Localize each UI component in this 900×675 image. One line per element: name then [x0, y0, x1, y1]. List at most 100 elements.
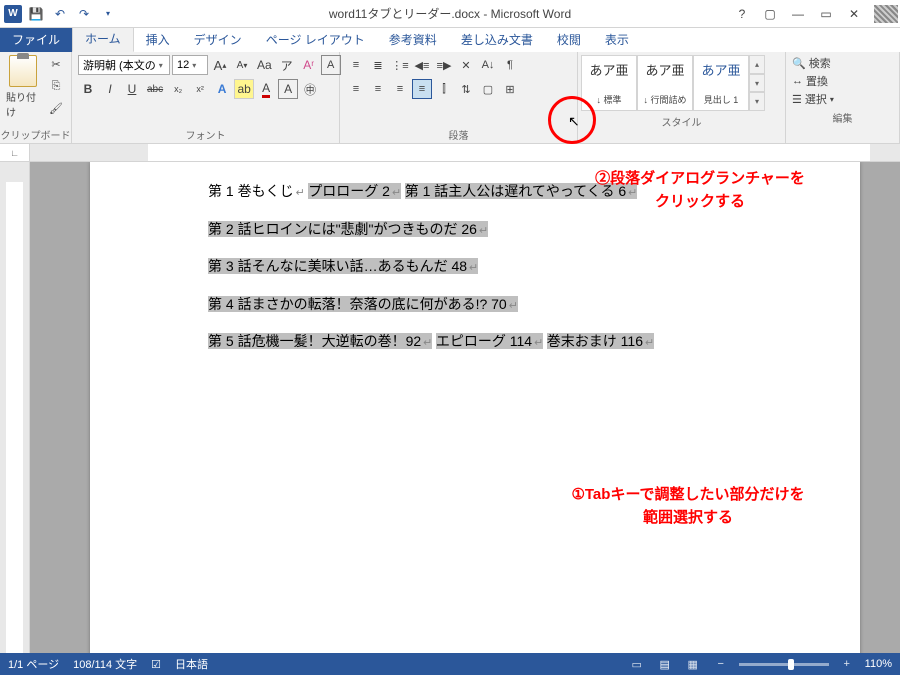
- shading-button[interactable]: ▢: [478, 79, 498, 99]
- strike-button[interactable]: abc: [144, 79, 166, 99]
- text-effect[interactable]: A: [212, 79, 232, 99]
- status-page[interactable]: 1/1 ページ: [8, 656, 59, 672]
- ruler-horizontal[interactable]: ∟: [0, 144, 900, 162]
- multilevel-button[interactable]: ⋮≡: [390, 55, 410, 75]
- annotation-1: ①Tabキーで調整したい部分だけを 範囲選択する: [528, 484, 848, 529]
- paragraph-group-label: 段落: [340, 127, 577, 143]
- ruby-icon[interactable]: ア: [277, 55, 297, 75]
- tab-review[interactable]: 校閲: [545, 27, 593, 52]
- superscript-button[interactable]: x²: [190, 79, 210, 99]
- select-icon: ☰: [792, 93, 802, 106]
- zoom-slider[interactable]: [739, 663, 829, 666]
- change-case[interactable]: Aa: [254, 55, 275, 75]
- tab-insert[interactable]: 挿入: [134, 27, 182, 52]
- find-button[interactable]: 🔍検索: [792, 55, 893, 71]
- account-icon[interactable]: [874, 5, 898, 23]
- paste-icon[interactable]: [9, 55, 37, 87]
- qat-undo[interactable]: ↶: [50, 4, 70, 24]
- align-justify[interactable]: ≡: [412, 79, 432, 99]
- format-painter-icon[interactable]: 🖌: [47, 99, 65, 117]
- search-icon: 🔍: [792, 57, 806, 70]
- asian-layout[interactable]: ✕: [456, 55, 476, 75]
- italic-button[interactable]: I: [100, 79, 120, 99]
- distribute[interactable]: ⫿: [434, 79, 454, 99]
- font-color[interactable]: A: [256, 79, 276, 99]
- qat-save[interactable]: 💾: [26, 4, 46, 24]
- clear-format[interactable]: Aʳ: [299, 55, 319, 75]
- doc-line: エピローグ 114: [436, 333, 543, 349]
- status-proof-icon[interactable]: ☑: [151, 658, 161, 671]
- style-normal[interactable]: あア亜 ↓ 標準: [581, 55, 637, 111]
- ribbon: 貼り付け ✂ ⎘ 🖌 クリップボード 游明朝 (本文の▾ 12▾ A▴ A▾ A…: [0, 52, 900, 144]
- view-read[interactable]: ▭: [627, 656, 647, 672]
- status-words[interactable]: 108/114 文字: [73, 656, 137, 672]
- copy-icon[interactable]: ⎘: [47, 77, 65, 95]
- maximize-button[interactable]: ▭: [812, 4, 840, 24]
- grow-font[interactable]: A▴: [210, 55, 230, 75]
- app-icon: W: [4, 5, 22, 23]
- window-title: word11タブとリーダー.docx - Microsoft Word: [329, 5, 571, 22]
- sort-button[interactable]: A↓: [478, 55, 498, 75]
- tab-selector[interactable]: ∟: [0, 144, 30, 161]
- view-print[interactable]: ▤: [655, 656, 675, 672]
- editing-group-label: 編集: [786, 110, 899, 126]
- font-family-combo[interactable]: 游明朝 (本文の▾: [78, 55, 170, 75]
- title-bar: W 💾 ↶ ↷ ▾ word11タブとリーダー.docx - Microsoft…: [0, 0, 900, 28]
- decrease-indent[interactable]: ◀≡: [412, 55, 432, 75]
- subscript-button[interactable]: x₂: [168, 79, 188, 99]
- tab-layout[interactable]: ページ レイアウト: [254, 27, 377, 52]
- tab-design[interactable]: デザイン: [182, 27, 254, 52]
- ruler-vertical[interactable]: [0, 162, 30, 653]
- increase-indent[interactable]: ≡▶: [434, 55, 454, 75]
- align-right[interactable]: ≡: [390, 79, 410, 99]
- style-nospacing[interactable]: あア亜 ↓ 行間詰め: [637, 55, 693, 111]
- underline-button[interactable]: U: [122, 79, 142, 99]
- zoom-out[interactable]: −: [711, 656, 731, 672]
- borders-button[interactable]: ⊞: [500, 79, 520, 99]
- styles-expand[interactable]: ▾: [749, 92, 765, 111]
- enclose-char[interactable]: ㊥: [300, 79, 320, 99]
- line-spacing[interactable]: ⇅: [456, 79, 476, 99]
- style-heading1[interactable]: あア亜 見出し 1: [693, 55, 749, 111]
- zoom-level[interactable]: 110%: [865, 658, 892, 670]
- font-size-combo[interactable]: 12▾: [172, 55, 208, 75]
- bullets-button[interactable]: ≡: [346, 55, 366, 75]
- tab-references[interactable]: 参考資料: [377, 27, 449, 52]
- show-marks[interactable]: ¶: [500, 55, 520, 75]
- styles-scroll-down[interactable]: ▾: [749, 74, 765, 93]
- numbering-button[interactable]: ≣: [368, 55, 388, 75]
- styles-scroll-up[interactable]: ▴: [749, 55, 765, 74]
- minimize-button[interactable]: —: [784, 4, 812, 24]
- document-viewport[interactable]: 第 1 巻もくじ プロローグ 2 第 1 話主人公は遅れてやってくる 6 第 2…: [30, 162, 900, 653]
- view-web[interactable]: ▦: [683, 656, 703, 672]
- shrink-font[interactable]: A▾: [232, 55, 252, 75]
- close-button[interactable]: ✕: [840, 4, 868, 24]
- tab-file[interactable]: ファイル: [0, 27, 72, 52]
- status-language[interactable]: 日本語: [175, 656, 208, 672]
- ribbon-toggle[interactable]: ▢: [756, 4, 784, 24]
- status-bar: 1/1 ページ 108/114 文字 ☑ 日本語 ▭ ▤ ▦ − + 110%: [0, 653, 900, 675]
- help-button[interactable]: ?: [728, 4, 756, 24]
- doc-line: 第 2 話ヒロインには"悲劇"がつきものだ 26: [208, 221, 488, 237]
- char-border[interactable]: A: [321, 55, 341, 75]
- zoom-in[interactable]: +: [837, 656, 857, 672]
- bold-button[interactable]: B: [78, 79, 98, 99]
- tab-mailings[interactable]: 差し込み文書: [449, 27, 545, 52]
- tab-home[interactable]: ホーム: [72, 25, 134, 52]
- replace-icon: ↔: [792, 75, 803, 87]
- highlight-button[interactable]: ab: [234, 79, 254, 99]
- doc-line: 第 5 話危機一髪！大逆転の巻！92: [208, 333, 432, 349]
- char-shading[interactable]: A: [278, 79, 298, 99]
- clipboard-group-label: クリップボード: [0, 127, 71, 143]
- tab-view[interactable]: 表示: [593, 27, 641, 52]
- align-left[interactable]: ≡: [346, 79, 366, 99]
- qat-customize[interactable]: ▾: [98, 4, 118, 24]
- cut-icon[interactable]: ✂: [47, 55, 65, 73]
- doc-line: 巻末おまけ 116: [547, 333, 654, 349]
- replace-button[interactable]: ↔置換: [792, 73, 893, 89]
- qat-redo[interactable]: ↷: [74, 4, 94, 24]
- paste-label[interactable]: 貼り付け: [6, 89, 39, 119]
- align-center[interactable]: ≡: [368, 79, 388, 99]
- cursor-icon: ↖: [568, 113, 580, 130]
- select-button[interactable]: ☰選択▾: [792, 91, 893, 107]
